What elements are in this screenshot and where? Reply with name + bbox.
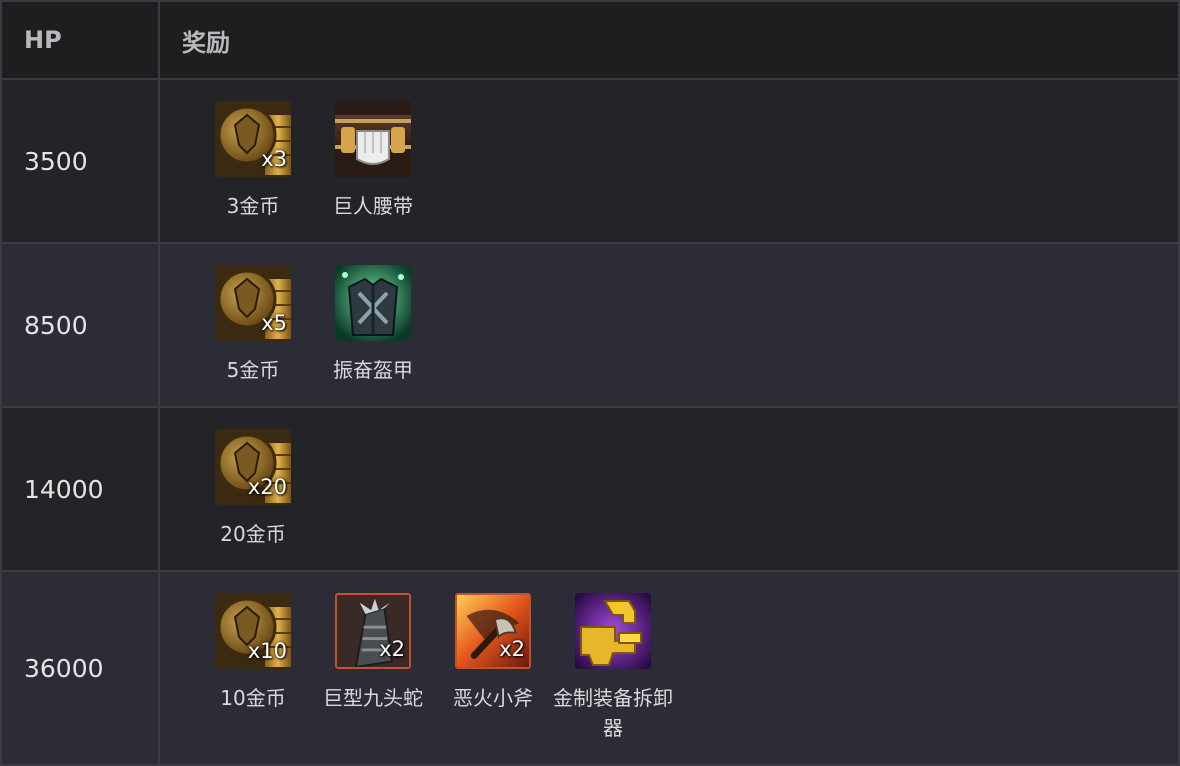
item-label: 5金币 [226, 358, 280, 382]
item-label: 巨型九头蛇 [323, 686, 423, 710]
reward-item[interactable]: x5 5金币 [193, 265, 313, 385]
reward-item[interactable]: 振奋盔甲 [313, 265, 433, 385]
item-label: 巨人腰带 [333, 194, 413, 218]
reward-item[interactable]: 巨人腰带 [313, 101, 433, 221]
reward-item[interactable]: x2 巨型九头蛇 [313, 593, 433, 713]
rewards-table: HP 奖励 3500 x3 3金币 巨人腰带 8500 x5 5金币 振奋盔甲 … [0, 0, 1180, 766]
item-label: 金制装备拆卸器 [553, 686, 673, 740]
reward-cell: x20 20金币 [158, 406, 1180, 572]
quantity-badge: x5 [261, 311, 287, 335]
quantity-badge: x2 [499, 637, 525, 661]
hp-value: 14000 [0, 406, 160, 572]
quantity-badge: x2 [379, 637, 405, 661]
table-row: 14000 x20 20金币 [0, 406, 1180, 572]
item-label: 3金币 [226, 194, 280, 218]
header-hp: HP [0, 0, 160, 80]
hellfire-hatchet-icon: x2 [455, 593, 531, 669]
quantity-badge: x10 [247, 639, 287, 663]
gold-coin-icon: x20 [215, 429, 291, 505]
table-row: 36000 x10 10金币 x2 巨型九头蛇 x2 恶火小斧 金制装备拆卸器 [0, 570, 1180, 766]
gold-coin-icon: x3 [215, 101, 291, 177]
titanic-hydra-icon: x2 [335, 593, 411, 669]
hp-value: 36000 [0, 570, 160, 766]
spirit-visage-armor-icon [335, 265, 411, 341]
item-label: 20金币 [220, 522, 286, 546]
header-reward: 奖励 [158, 0, 1180, 80]
item-label: 10金币 [220, 686, 286, 710]
item-label: 恶火小斧 [453, 686, 533, 710]
gold-coin-icon: x5 [215, 265, 291, 341]
table-row: 8500 x5 5金币 振奋盔甲 [0, 242, 1180, 408]
reward-cell: x3 3金币 巨人腰带 [158, 78, 1180, 244]
table-row: 3500 x3 3金币 巨人腰带 [0, 78, 1180, 244]
hp-value: 8500 [0, 242, 160, 408]
hp-value: 3500 [0, 78, 160, 244]
giants-belt-icon [335, 101, 411, 177]
reward-item[interactable]: x3 3金币 [193, 101, 313, 221]
reward-cell: x5 5金币 振奋盔甲 [158, 242, 1180, 408]
reward-item[interactable]: 金制装备拆卸器 [553, 593, 673, 743]
reward-item[interactable]: x20 20金币 [193, 429, 313, 549]
reward-item[interactable]: x2 恶火小斧 [433, 593, 553, 713]
golden-disassembler-icon [575, 593, 651, 669]
quantity-badge: x20 [247, 475, 287, 499]
gold-coin-icon: x10 [215, 593, 291, 669]
quantity-badge: x3 [261, 147, 287, 171]
reward-item[interactable]: x10 10金币 [193, 593, 313, 713]
item-label: 振奋盔甲 [333, 358, 413, 382]
header-row: HP 奖励 [0, 0, 1180, 80]
reward-cell: x10 10金币 x2 巨型九头蛇 x2 恶火小斧 金制装备拆卸器 [158, 570, 1180, 766]
